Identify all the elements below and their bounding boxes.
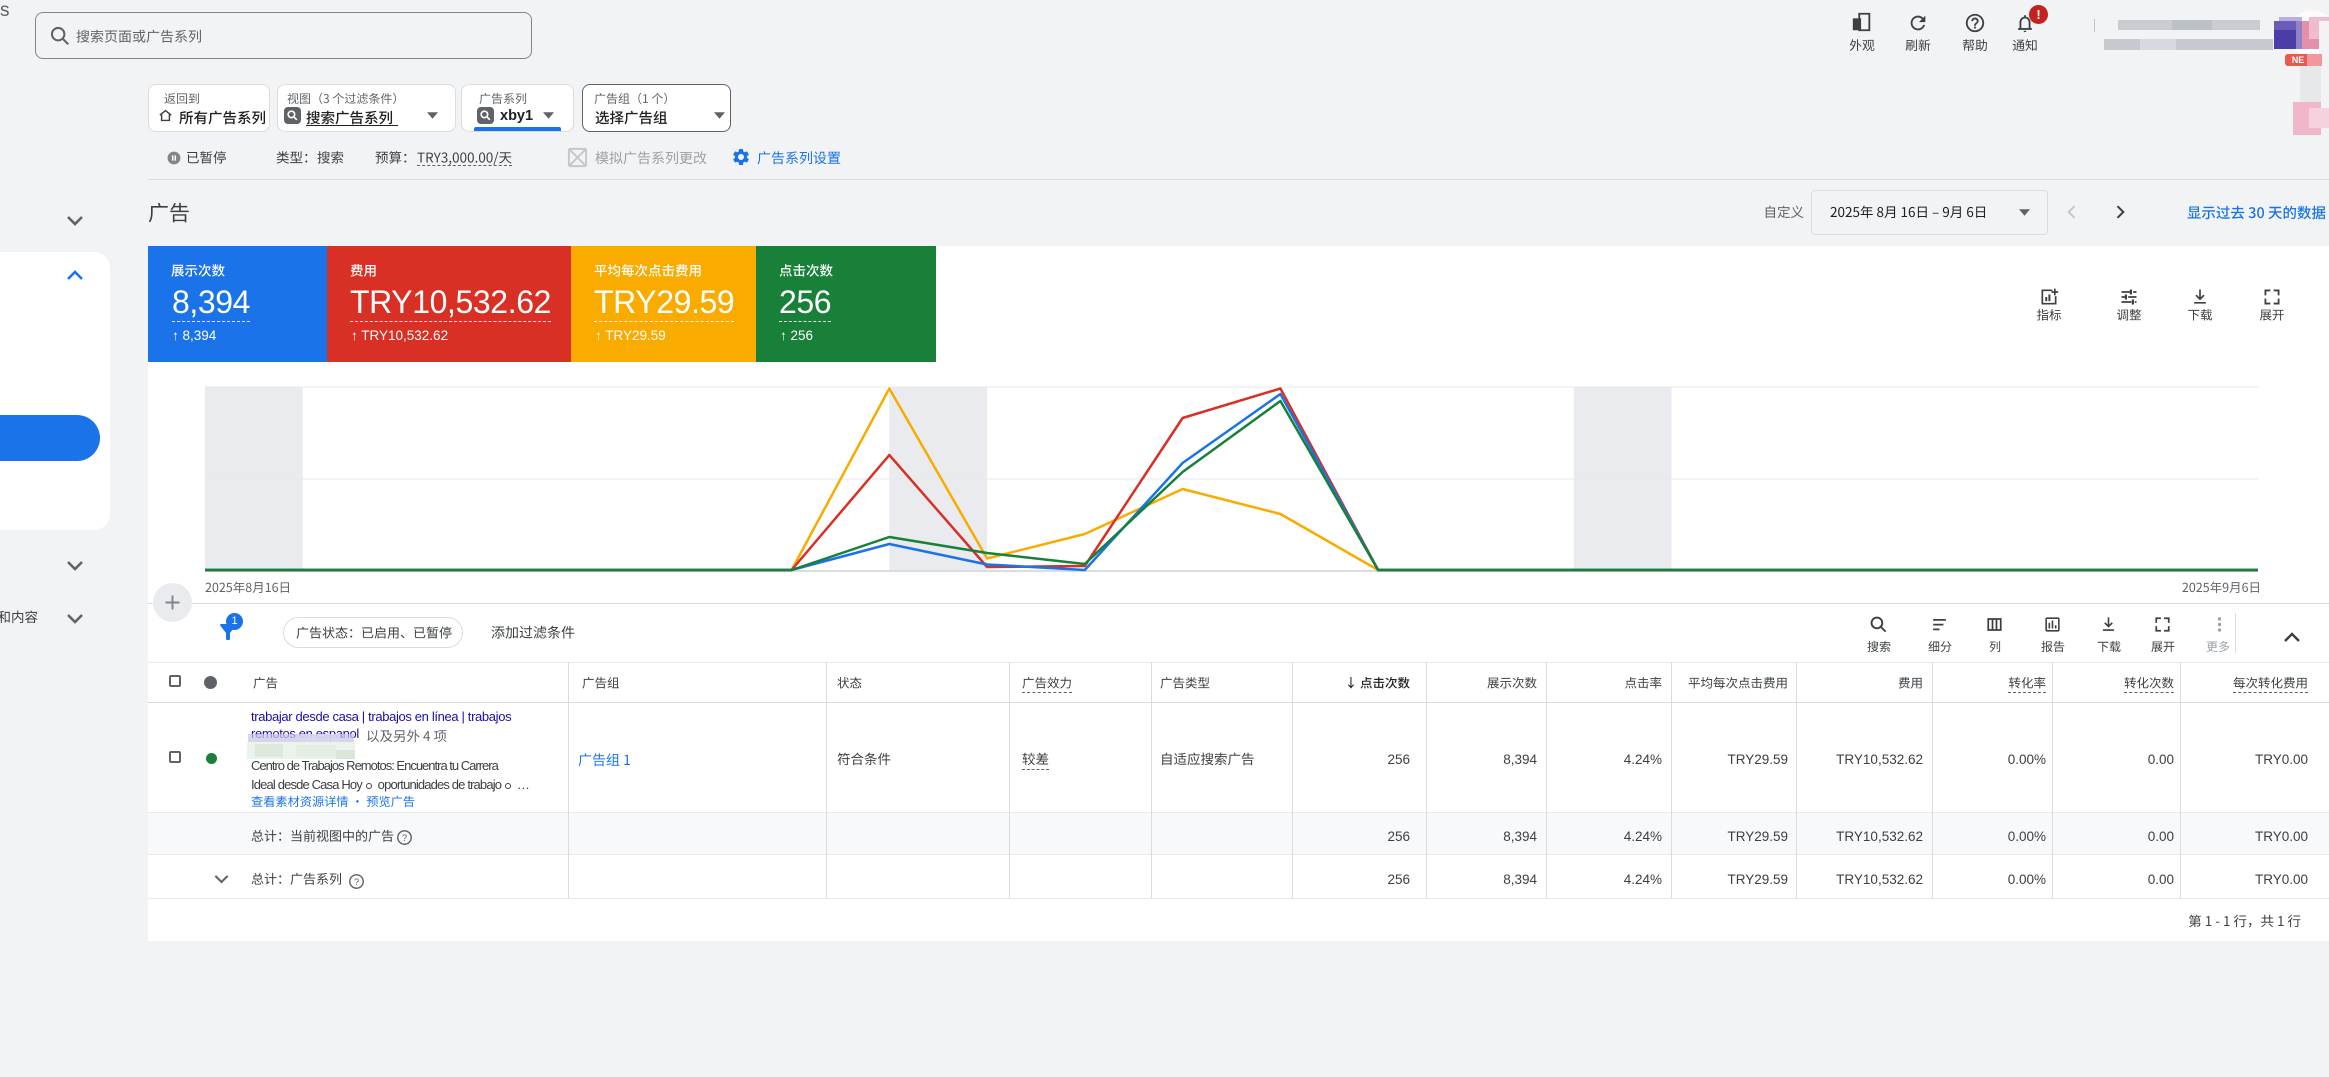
svg-text:?: ? xyxy=(354,877,359,887)
svg-text:?: ? xyxy=(402,833,407,843)
